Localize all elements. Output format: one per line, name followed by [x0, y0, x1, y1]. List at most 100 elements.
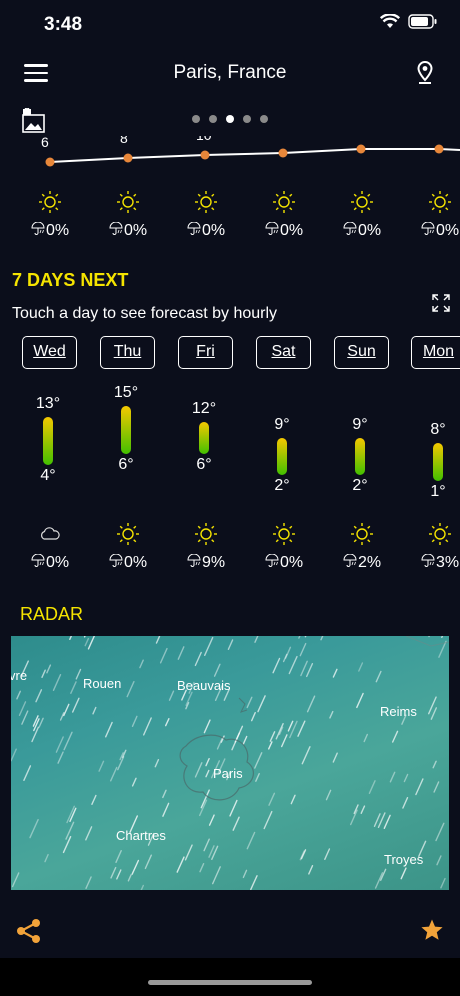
daily-item[interactable]: 3%	[410, 522, 460, 572]
temp-range-bar	[433, 443, 443, 481]
low-temp: 6°	[196, 456, 212, 473]
expand-icon[interactable]	[432, 294, 450, 312]
umbrella-icon	[343, 221, 357, 235]
high-temp: 15°	[113, 384, 139, 401]
sun-icon	[273, 191, 295, 213]
hourly-temperature-line	[45, 144, 460, 167]
daily-item[interactable]: 2%	[332, 522, 392, 572]
daily-item[interactable]: 0%	[20, 522, 80, 572]
daily-item[interactable]: 0%	[254, 522, 314, 572]
page-title: Paris, France	[173, 62, 287, 83]
battery-icon	[408, 14, 437, 29]
hourly-item[interactable]: 0%	[20, 190, 80, 240]
status-time: 3:48	[44, 14, 83, 35]
high-temp: 12°	[191, 400, 217, 417]
high-temp: 9°	[274, 416, 290, 433]
sun-icon	[429, 523, 451, 545]
high-temp: 8°	[430, 421, 446, 439]
hourly-forecast-row[interactable]: 0% 0% 0% 0% 0% 0%	[0, 190, 460, 252]
umbrella-icon	[109, 221, 123, 235]
radar-city-label: Reims	[380, 704, 417, 719]
daily-item[interactable]: 9%	[176, 522, 236, 572]
hourly-item[interactable]: 0%	[98, 190, 158, 240]
page-dot[interactable]	[243, 115, 251, 123]
precip-chance: 2%	[332, 553, 392, 572]
umbrella-icon	[187, 221, 201, 235]
sun-icon	[195, 523, 217, 545]
sun-icon	[351, 191, 373, 213]
precip-chance: 0%	[254, 553, 314, 572]
page-dot[interactable]	[209, 115, 217, 123]
radar-city-label: Troyes	[384, 852, 424, 867]
background-image-icon[interactable]	[22, 108, 46, 134]
wifi-icon	[380, 14, 400, 28]
precip-chance: 0%	[20, 553, 80, 572]
umbrella-icon	[31, 553, 45, 567]
umbrella-icon	[31, 221, 45, 235]
day-button-fri[interactable]: Fri	[178, 336, 233, 369]
low-temp: 4°	[40, 466, 56, 484]
precip-chance: 9%	[176, 553, 236, 572]
temp-range-bar	[199, 422, 209, 454]
temp-range-bar	[277, 438, 287, 476]
hourly-item[interactable]: 0%	[176, 190, 236, 240]
hourly-temperature-graph: 6 8 10	[0, 136, 460, 176]
radar-city-label: Chartres	[116, 828, 166, 843]
precip-chance: 3%	[410, 553, 460, 572]
share-icon[interactable]	[16, 918, 42, 944]
sun-icon	[117, 191, 139, 213]
radar-title: RADAR	[20, 604, 84, 624]
precip-chance: 0%	[98, 221, 158, 240]
page-dot[interactable]	[226, 115, 234, 123]
radar-map[interactable]: vre Rouen Beauvais Reims Paris Chartres …	[11, 636, 449, 890]
daily-temperature-range: 13° 4° 15° 6° 12° 6° 9° 2° 9° 2° 8° 1°	[0, 378, 460, 508]
page-dot[interactable]	[260, 115, 268, 123]
sun-icon	[273, 523, 295, 545]
precip-chance: 0%	[20, 221, 80, 240]
umbrella-icon	[109, 553, 123, 567]
hourly-item[interactable]: 0%	[254, 190, 314, 240]
radar-city-label: Paris	[213, 766, 243, 781]
high-temp: 9°	[352, 416, 368, 433]
low-temp: 2°	[274, 477, 290, 495]
sun-icon	[195, 191, 217, 213]
seven-days-title: 7 DAYS NEXT	[12, 270, 129, 290]
umbrella-icon	[187, 553, 201, 567]
cloud-icon	[41, 527, 60, 540]
day-button-wed[interactable]: Wed	[22, 336, 77, 369]
hourly-item[interactable]: 0%	[332, 190, 392, 240]
radar-city-label: vre	[11, 668, 28, 683]
umbrella-icon	[265, 221, 279, 235]
day-button-thu[interactable]: Thu	[100, 336, 155, 369]
seven-days-subtitle: Touch a day to see forecast by hourly	[12, 305, 278, 322]
temp-range-bar	[355, 438, 365, 476]
sun-icon	[117, 523, 139, 545]
umbrella-icon	[421, 221, 435, 235]
low-temp: 2°	[352, 477, 368, 495]
precip-chance: 0%	[254, 221, 314, 240]
radar-city-label: Beauvais	[177, 678, 231, 693]
umbrella-icon	[343, 553, 357, 567]
hourly-item[interactable]: 0%	[410, 190, 460, 240]
page-dot[interactable]	[192, 115, 200, 123]
precip-chance: 0%	[410, 221, 460, 240]
hourly-temp-label: 6	[41, 136, 49, 150]
temp-range-bar	[121, 406, 131, 454]
high-temp: 13°	[35, 394, 61, 412]
status-bar: 3:48	[0, 0, 460, 50]
bottom-toolbar	[0, 906, 460, 958]
header: Paris, France	[0, 52, 460, 96]
home-strip	[0, 958, 460, 996]
day-selector: Wed Thu Fri Sat Sun Mon	[0, 336, 460, 372]
day-button-sat[interactable]: Sat	[256, 336, 311, 369]
day-button-mon[interactable]: Mon	[411, 336, 460, 369]
star-icon[interactable]	[420, 918, 444, 942]
sun-icon	[351, 523, 373, 545]
day-button-sun[interactable]: Sun	[334, 336, 389, 369]
daily-item[interactable]: 0%	[98, 522, 158, 572]
home-indicator[interactable]	[148, 980, 312, 985]
sun-icon	[429, 191, 451, 213]
umbrella-icon	[265, 553, 279, 567]
precip-chance: 0%	[176, 221, 236, 240]
location-pin-icon[interactable]	[416, 60, 434, 86]
